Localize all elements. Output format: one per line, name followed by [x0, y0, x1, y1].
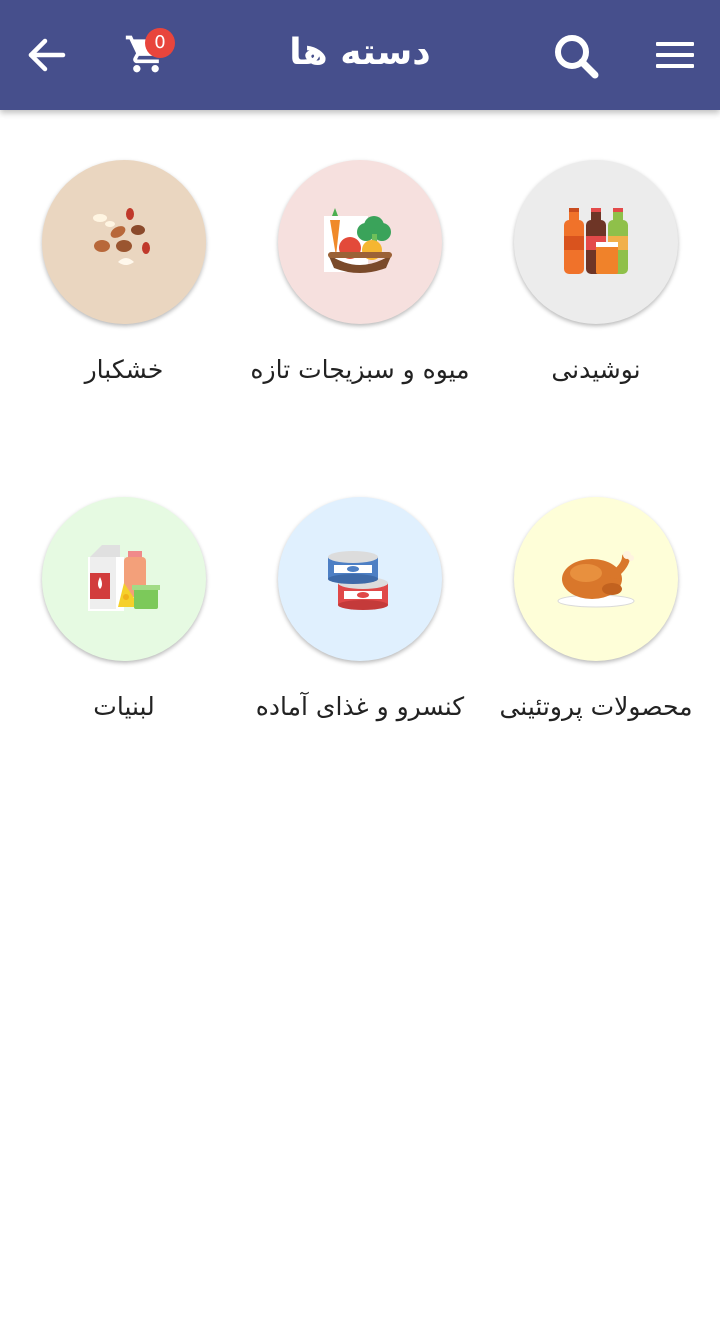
- category-label: میوه و سبزیجات تازه: [250, 355, 470, 384]
- category-label: نوشیدنی: [551, 355, 641, 384]
- page-title: دسته ها: [289, 32, 431, 73]
- category-label: کنسرو و غذای آماده: [255, 692, 465, 721]
- menu-button[interactable]: [648, 30, 702, 80]
- category-label: خشکبار: [84, 355, 164, 384]
- category-nuts[interactable]: خشکبار: [6, 160, 242, 460]
- category-image: [514, 497, 678, 661]
- category-image: [42, 497, 206, 661]
- canned-food-icon: [328, 551, 388, 610]
- nuts-icon: [93, 208, 150, 265]
- category-label: لبنیات: [93, 692, 155, 721]
- category-fruits-vegetables[interactable]: میوه و سبزیجات تازه: [242, 160, 478, 460]
- soda-bottles-icon: [564, 208, 628, 274]
- category-image: [514, 160, 678, 324]
- category-dairy[interactable]: لبنیات: [6, 497, 242, 797]
- roast-chicken-icon: [557, 551, 635, 608]
- back-button[interactable]: [20, 30, 74, 80]
- category-protein[interactable]: محصولات پروتئینی: [478, 497, 714, 797]
- category-image: [278, 160, 442, 324]
- menu-icon: [656, 42, 694, 68]
- back-arrow-icon: [28, 38, 66, 72]
- vegetable-basket-icon: [324, 208, 392, 273]
- app-bar: دسته ها 0: [0, 0, 720, 110]
- search-icon: [555, 35, 599, 79]
- category-label: محصولات پروتئینی: [499, 692, 693, 721]
- category-image: [42, 160, 206, 324]
- search-button[interactable]: [548, 28, 604, 84]
- cart-count-badge: 0: [145, 28, 175, 58]
- category-drinks[interactable]: نوشیدنی: [478, 160, 714, 460]
- category-canned-food[interactable]: کنسرو و غذای آماده: [242, 497, 478, 797]
- category-image: [278, 497, 442, 661]
- dairy-products-icon: [88, 545, 160, 611]
